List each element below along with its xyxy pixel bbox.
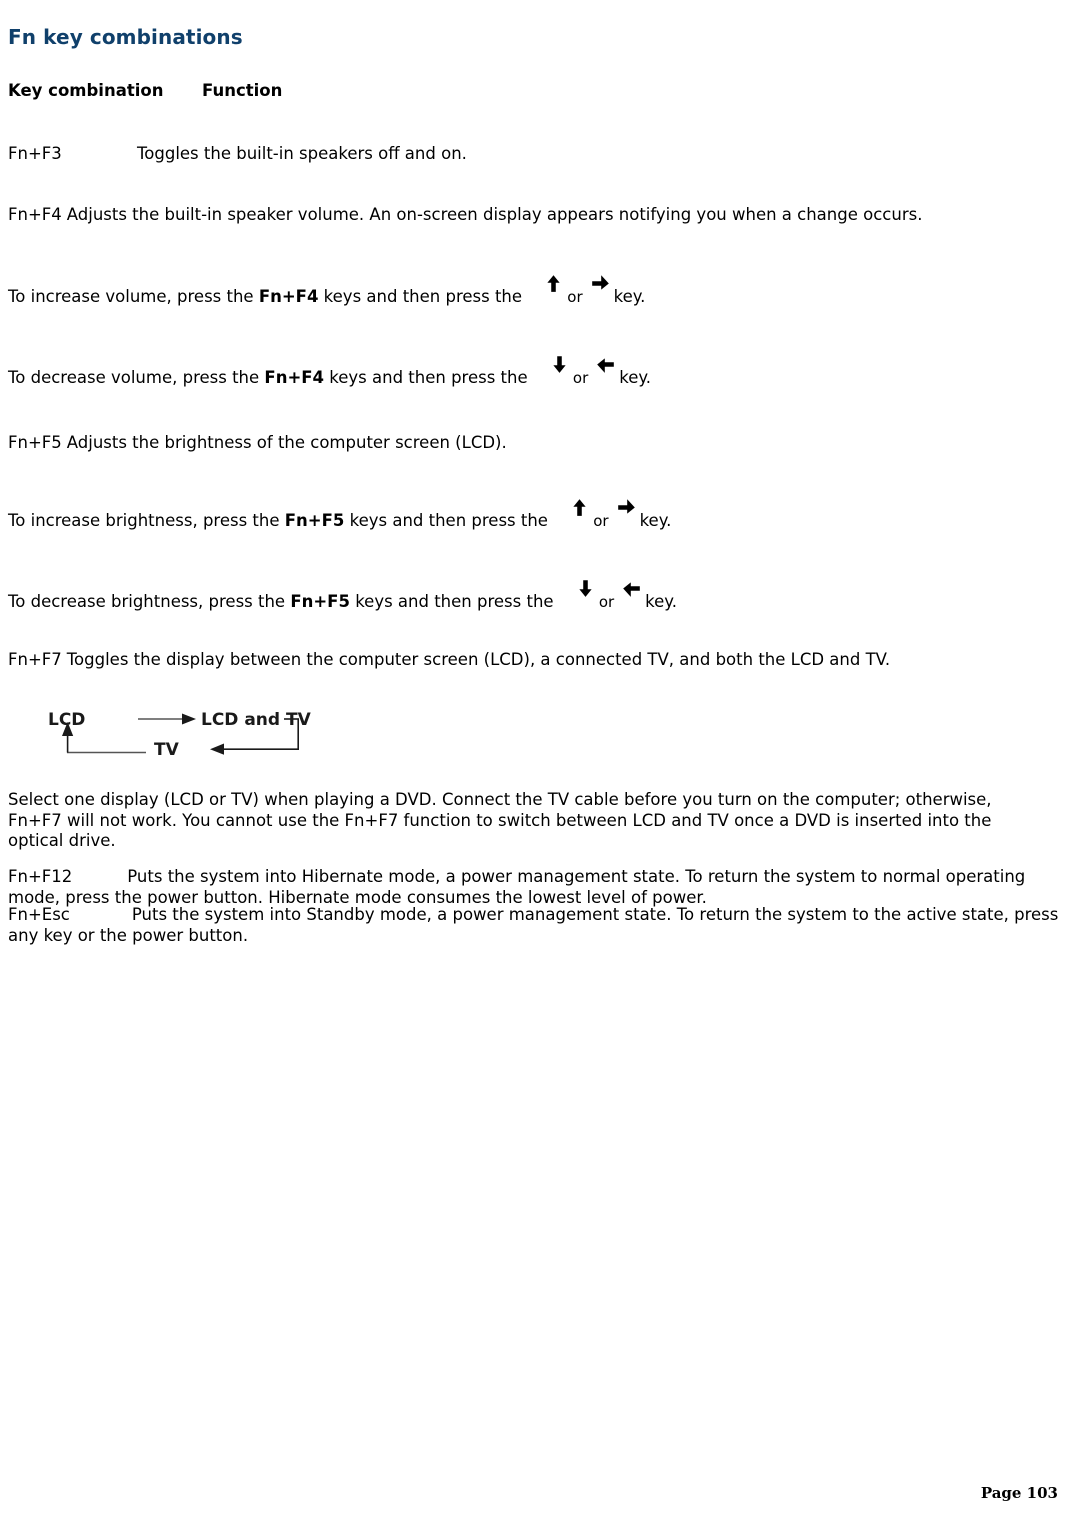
function-description: Puts the system into Standby mode, a pow… (8, 905, 1059, 945)
document-page: Fn key combinations Key combination Func… (0, 0, 1080, 1528)
arrow-right-icon (614, 499, 640, 526)
instruction-decrease-brightness: To decrease brightness, press the Fn+F5 … (8, 580, 677, 613)
column-header-key-combination: Key combination (8, 81, 164, 100)
conjunction-or: or (572, 369, 589, 387)
display-toggle-cycle-diagram: LCD LCD and TV TV (34, 694, 334, 774)
instruction-tail: key. (619, 368, 652, 387)
arrow-up-icon (567, 499, 593, 526)
table-row: Fn+F4 Adjusts the built-in speaker volum… (8, 204, 922, 226)
instruction-lead: To decrease brightness, press the (8, 592, 291, 611)
table-row: Fn+F7 Toggles the display between the co… (8, 649, 890, 671)
instruction-increase-brightness: To increase brightness, press the Fn+F5 … (8, 499, 672, 532)
arrow-down-icon (547, 356, 573, 383)
key-combo-inline: Fn+F5 (284, 511, 345, 530)
conjunction-or: or (567, 288, 583, 306)
column-header-function: Function (202, 81, 283, 100)
instruction-tail: key. (645, 592, 677, 611)
key-combo-inline: Fn+F4 (264, 368, 325, 387)
diagram-node-tv: TV (154, 740, 180, 760)
key-combination-label: Fn+F3 (8, 144, 62, 163)
function-description: Adjusts the brightness of the computer s… (66, 433, 507, 452)
key-combination-label: Fn+F4 (8, 205, 62, 224)
instruction-tail: key. (613, 287, 646, 306)
diagram-node-lcd-and-tv: LCD and TV (201, 710, 312, 730)
instruction-mid: keys and then press the (349, 592, 559, 611)
arrow-down-icon (573, 580, 599, 607)
instruction-mid: keys and then press the (324, 368, 533, 387)
instruction-lead: To increase volume, press the (8, 287, 259, 306)
arrow-right-icon (588, 275, 614, 302)
key-combination-label: Fn+F12 (8, 867, 73, 886)
arrow-up-icon (541, 275, 567, 302)
page-title: Fn key combinations (8, 25, 243, 49)
conjunction-or: or (598, 593, 615, 611)
arrow-left-icon (593, 358, 619, 383)
key-combination-label: Fn+F7 (8, 650, 62, 669)
key-combination-label: Fn+F5 (8, 433, 62, 452)
function-description: Puts the system into Hibernate mode, a p… (8, 867, 1026, 907)
table-row: Fn+F3 Toggles the built-in speakers off a… (8, 143, 467, 165)
arrow-left-icon (619, 582, 645, 607)
key-combo-inline: Fn+F4 (258, 287, 319, 306)
page-number-footer: Page 103 (980, 1484, 1058, 1502)
function-description: Toggles the display between the computer… (66, 650, 891, 669)
table-row: Fn+F5 Adjusts the brightness of the comp… (8, 432, 507, 454)
note-dvd-display: Select one display (LCD or TV) when play… (8, 790, 992, 850)
key-combo-inline: Fn+F5 (290, 592, 350, 611)
power-row-standby: Fn+Esc Puts the system into Standby mode,… (8, 905, 1080, 946)
function-description: Toggles the built-in speakers off and on… (137, 144, 467, 163)
instruction-mid: keys and then press the (318, 287, 528, 306)
instruction-mid: keys and then press the (344, 511, 554, 530)
key-combination-label: Fn+Esc (8, 905, 70, 924)
function-description: Adjusts the built-in speaker volume. An … (66, 205, 923, 224)
power-row-hibernate: Fn+F12 Puts the system into Hibernate mod… (8, 867, 1080, 908)
conjunction-or: or (593, 512, 609, 530)
instruction-lead: To increase brightness, press the (8, 511, 285, 530)
instruction-tail: key. (639, 511, 672, 530)
instruction-increase-volume: To increase volume, press the Fn+F4 keys… (8, 275, 646, 308)
instruction-decrease-volume: To decrease volume, press the Fn+F4 keys… (8, 356, 652, 389)
instruction-lead: To decrease volume, press the (8, 368, 265, 387)
